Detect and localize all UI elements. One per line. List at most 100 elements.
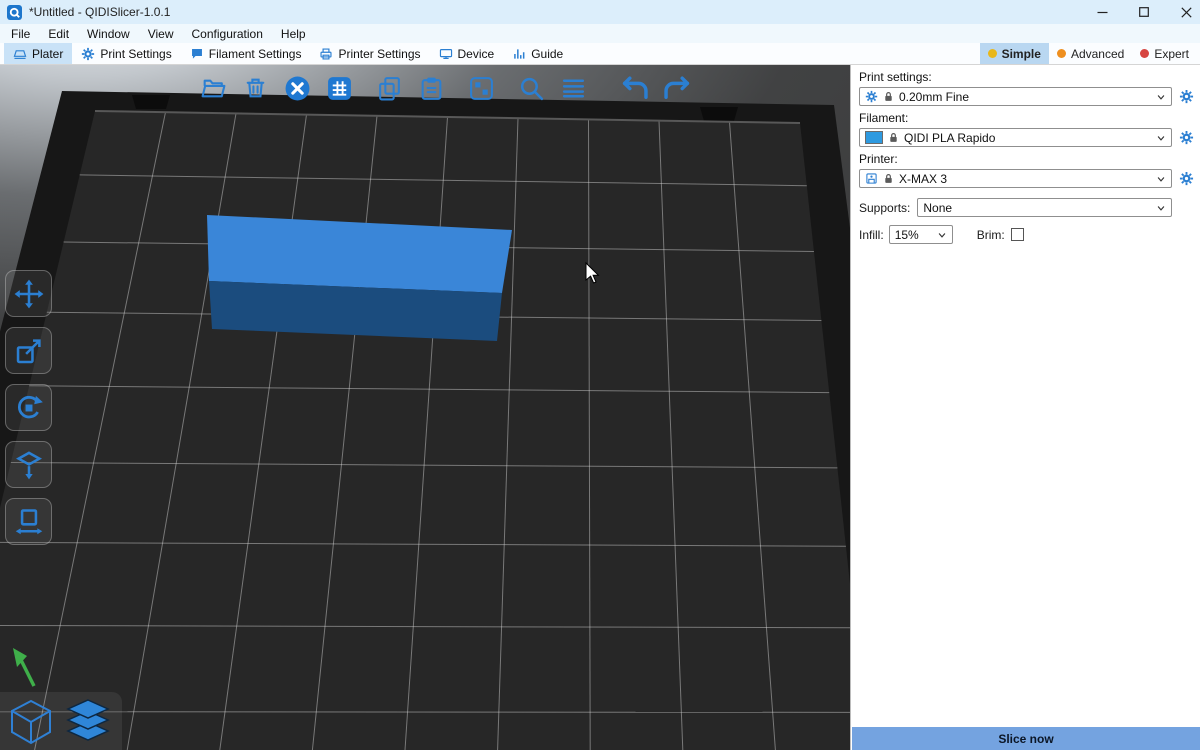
titlebar: *Untitled - QIDISlicer-1.0.1: [0, 0, 1200, 24]
open-button[interactable]: [198, 73, 228, 103]
filament-select[interactable]: QIDI PLA Rapido: [859, 128, 1172, 147]
lock-icon: [888, 132, 899, 143]
supports-select[interactable]: None: [917, 198, 1172, 217]
rotate-button[interactable]: [5, 384, 52, 431]
move-button[interactable]: [5, 270, 52, 317]
print-settings-value: 0.20mm Fine: [899, 90, 969, 104]
printer-label: Printer:: [859, 152, 1194, 166]
minimize-icon: [1097, 7, 1108, 18]
maximize-button[interactable]: [1123, 0, 1165, 24]
undo-button[interactable]: [620, 73, 650, 103]
minimize-button[interactable]: [1081, 0, 1123, 24]
close-icon: [1181, 7, 1192, 18]
arrange-icon: [326, 75, 353, 102]
mode-advanced[interactable]: Advanced: [1049, 43, 1132, 64]
print-bed[interactable]: [0, 111, 850, 750]
print-settings-label: Print settings:: [859, 70, 1194, 84]
tab-guide[interactable]: Guide: [503, 43, 572, 64]
infill-select[interactable]: 15%: [889, 225, 953, 244]
chevron-down-icon: [1156, 203, 1166, 213]
brim-label: Brim:: [977, 228, 1005, 242]
tab-printer-settings[interactable]: Printer Settings: [310, 43, 429, 64]
printer-select[interactable]: X-MAX 3: [859, 169, 1172, 188]
gear-icon: [1179, 171, 1194, 186]
menubar: File Edit Window View Configuration Help: [0, 24, 1200, 43]
delete-all-button[interactable]: [282, 73, 312, 103]
delete-button[interactable]: [240, 73, 270, 103]
mode-expert[interactable]: Expert: [1132, 43, 1197, 64]
layers-preview-button[interactable]: [62, 696, 114, 748]
tabbar: Plater Print Settings Filament Settings …: [0, 43, 1200, 65]
supports-label: Supports:: [859, 201, 910, 215]
tab-guide-label: Guide: [531, 47, 563, 61]
printer-icon: [865, 172, 878, 185]
view-cube-button[interactable]: [5, 696, 57, 748]
print-settings-gear-button[interactable]: [1178, 89, 1194, 105]
move-icon: [14, 279, 44, 309]
measure-icon: [14, 507, 44, 537]
menu-view[interactable]: View: [139, 24, 183, 43]
menu-edit[interactable]: Edit: [39, 24, 78, 43]
place-on-face-icon: [14, 450, 44, 480]
tab-print-settings-label: Print Settings: [100, 47, 171, 61]
simple-mode-dot: [988, 49, 997, 58]
maximize-icon: [1139, 7, 1149, 17]
viewport-3d[interactable]: [0, 65, 850, 750]
gear-icon: [1179, 89, 1194, 104]
search-button[interactable]: [516, 73, 546, 103]
copy-icon: [376, 75, 403, 102]
scale-button[interactable]: [5, 327, 52, 374]
paste-button[interactable]: [416, 73, 446, 103]
gear-icon: [81, 47, 95, 61]
redo-icon: [662, 73, 692, 103]
tab-device-label: Device: [458, 47, 495, 61]
menu-help[interactable]: Help: [272, 24, 315, 43]
bed-clip: [700, 107, 738, 121]
menu-window[interactable]: Window: [78, 24, 139, 43]
variable-layer-height-button[interactable]: [558, 73, 588, 103]
mode-simple[interactable]: Simple: [980, 43, 1049, 64]
filament-icon: [190, 47, 204, 61]
supports-value: None: [923, 201, 952, 215]
copy-button[interactable]: [374, 73, 404, 103]
menu-file[interactable]: File: [2, 24, 39, 43]
mode-expert-label: Expert: [1154, 47, 1189, 61]
arrange-button[interactable]: [324, 73, 354, 103]
tab-device[interactable]: Device: [430, 43, 504, 64]
search-icon: [518, 75, 545, 102]
menu-configuration[interactable]: Configuration: [183, 24, 272, 43]
trash-icon: [242, 75, 269, 102]
close-button[interactable]: [1165, 0, 1200, 24]
brim-checkbox[interactable]: [1011, 228, 1024, 241]
filament-label: Filament:: [859, 111, 1194, 125]
chevron-down-icon: [1156, 92, 1166, 102]
slice-now-button[interactable]: Slice now: [852, 727, 1200, 750]
printer-gear-button[interactable]: [1178, 171, 1194, 187]
delete-all-icon: [284, 75, 311, 102]
split-objects-button[interactable]: [466, 73, 496, 103]
lock-icon: [883, 91, 894, 102]
tab-printer-settings-label: Printer Settings: [338, 47, 420, 61]
filament-gear-button[interactable]: [1178, 130, 1194, 146]
advanced-mode-dot: [1057, 49, 1066, 58]
measure-button[interactable]: [5, 498, 52, 545]
plater-icon: [13, 47, 27, 61]
tab-plater[interactable]: Plater: [4, 43, 72, 64]
tab-filament-settings[interactable]: Filament Settings: [181, 43, 311, 64]
printer-value: X-MAX 3: [899, 172, 947, 186]
guide-icon: [512, 47, 526, 61]
redo-button[interactable]: [662, 73, 692, 103]
tab-print-settings[interactable]: Print Settings: [72, 43, 180, 64]
scene-canvas: [0, 65, 850, 750]
mode-advanced-label: Advanced: [1071, 47, 1124, 61]
viewport-corner-controls: [0, 692, 122, 750]
print-settings-select[interactable]: 0.20mm Fine: [859, 87, 1172, 106]
place-on-face-button[interactable]: [5, 441, 52, 488]
lock-icon: [883, 173, 894, 184]
model-box[interactable]: [207, 215, 512, 341]
infill-label: Infill:: [859, 228, 884, 242]
monitor-icon: [439, 47, 453, 61]
window-controls: [1081, 0, 1200, 24]
gear-icon: [865, 90, 878, 103]
mode-selector: Simple Advanced Expert: [980, 43, 1200, 64]
